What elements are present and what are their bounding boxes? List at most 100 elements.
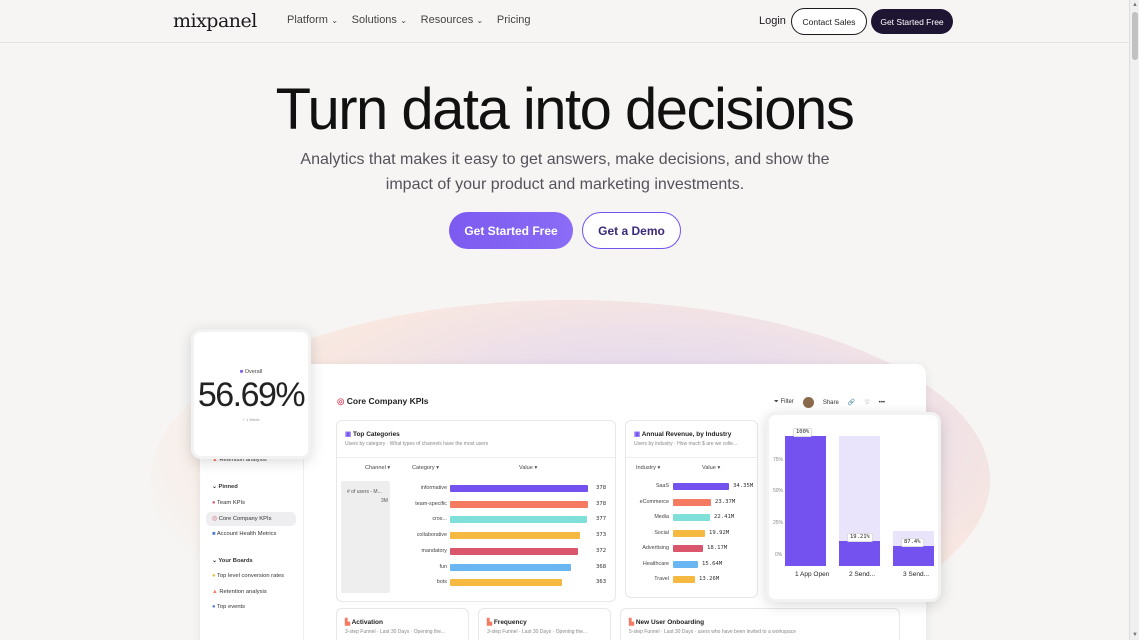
hero-subtitle: Analytics that makes it easy to get answ…: [300, 151, 830, 193]
category-label: team-specific: [415, 500, 447, 507]
card-title: ▣ Annual Revenue, by Industry: [634, 431, 732, 438]
nav-solutions[interactable]: Solutions ⌄: [352, 14, 407, 26]
category-value: 373: [596, 532, 607, 539]
industry-label: Social: [654, 529, 669, 536]
industry-value: 15.64M: [702, 560, 723, 567]
category-bar: [450, 516, 587, 524]
frequency-card[interactable]: ▙ Frequency 3-step Funnel · Last 30 Days…: [478, 608, 611, 640]
share-button[interactable]: Share: [823, 400, 839, 406]
industry-value: 34.35M: [733, 483, 754, 489]
scroll-up-icon[interactable]: ▲: [1132, 2, 1138, 8]
industry-value: 13.26M: [699, 576, 720, 582]
nav-platform[interactable]: Platform ⌄: [287, 14, 338, 26]
main-nav: Platform ⌄ Solutions ⌄ Resources ⌄ Pricing: [287, 14, 531, 26]
chevron-down-icon: ⌄: [476, 15, 483, 25]
category-value: 372: [596, 547, 607, 554]
industry-bar: [673, 576, 695, 583]
sidebar-item-core-kpis[interactable]: ◎ Core Company KPIs: [206, 512, 296, 526]
legend-square-icon: ■: [239, 369, 244, 375]
login-link[interactable]: Login: [759, 15, 786, 27]
funnel-percent: 87.4%: [901, 538, 924, 547]
industry-bar: [673, 545, 703, 552]
funnel-bar: [785, 436, 826, 566]
category-value: 378: [596, 500, 607, 507]
folder-icon: ■: [212, 531, 216, 537]
page-scrollbar[interactable]: ▲ ▼: [1129, 0, 1139, 640]
mixpanel-logo[interactable]: mixpanel: [173, 10, 257, 32]
column-header-value[interactable]: Value ▾: [702, 465, 720, 471]
industry-label: Healthcare: [642, 560, 669, 567]
category-value: 377: [596, 516, 607, 523]
chart-icon: ▲: [212, 589, 218, 595]
get-demo-button[interactable]: Get a Demo: [582, 212, 681, 249]
scroll-down-icon[interactable]: ▼: [1132, 632, 1138, 638]
y-tick: 0%: [775, 552, 783, 558]
industry-value: 18.17M: [707, 545, 728, 551]
funnel-bar: [893, 546, 934, 566]
metric-cell: # of users - M... 3M: [341, 481, 390, 593]
overall-note: + 1 Week: [242, 417, 260, 422]
industry-value: 22.41M: [714, 514, 735, 520]
link-icon[interactable]: 🔗: [848, 399, 855, 406]
column-header-industry[interactable]: Industry ▾: [636, 465, 660, 471]
more-icon[interactable]: •••: [879, 400, 885, 406]
sidebar-item-team-kpis[interactable]: ● Team KPIs: [212, 500, 245, 506]
industry-bar: [673, 483, 729, 490]
onboarding-card[interactable]: ▙ New User Onboarding 5-step Funnel · La…: [620, 608, 900, 640]
overall-label: ■ Overall: [239, 369, 263, 375]
annual-revenue-card[interactable]: ▣ Annual Revenue, by Industry Users by i…: [625, 420, 758, 598]
your-boards-header[interactable]: ⌄ Your Boards: [212, 558, 253, 564]
chevron-down-icon: ⌄: [330, 15, 338, 25]
card-subtitle: 3-step Funnel · Last 30 Days · Opening t…: [345, 629, 446, 635]
target-icon: ◎: [337, 396, 345, 406]
nav-resources[interactable]: Resources ⌄: [421, 14, 483, 26]
heart-icon[interactable]: ♡: [864, 399, 869, 406]
card-subtitle: 3-step Funnel · Last 30 Days · Opening t…: [487, 629, 588, 635]
chevron-down-icon: ⌄: [399, 15, 407, 25]
contact-sales-button[interactable]: Contact Sales: [791, 8, 867, 35]
activation-card[interactable]: ▙ Activation 3-step Funnel · Last 30 Day…: [336, 608, 469, 640]
report-icon: ▣: [634, 431, 641, 438]
sidebar-item-conversion-rates[interactable]: ● Top level conversion rates: [212, 573, 284, 579]
nav-get-started-button[interactable]: Get Started Free: [871, 9, 953, 34]
funnel-step-label: 1 App Open: [795, 571, 830, 578]
sidebar-item-top-events[interactable]: ● Top events: [212, 604, 245, 610]
sidebar-item-account-health[interactable]: ■ Account Health Metrics: [212, 531, 276, 537]
column-header-value[interactable]: Value ▾: [519, 465, 537, 471]
funnel-percent: 19.21%: [847, 533, 873, 542]
category-bar: [450, 547, 578, 555]
nav-pricing[interactable]: Pricing: [497, 14, 531, 26]
card-title: ▙ New User Onboarding: [629, 619, 705, 626]
funnel-icon: ▙: [629, 619, 634, 626]
filter-button[interactable]: ⏷ Filter: [774, 399, 794, 406]
category-bar: [450, 563, 571, 571]
card-title: ▙ Activation: [345, 619, 383, 626]
top-categories-card[interactable]: ▣ Top Categories Users by category · Wha…: [336, 420, 616, 602]
funnel-chart-card[interactable]: 75% 50% 25% 0% 100% 1 App Open 19.21% 2 Sen…: [766, 412, 941, 602]
top-navigation: mixpanel Platform ⌄ Solutions ⌄ Resources ⌄…: [0, 0, 1129, 43]
hero-get-started-button[interactable]: Get Started Free: [449, 212, 573, 249]
column-header-category[interactable]: Category ▾: [412, 465, 439, 471]
avatar[interactable]: [802, 397, 814, 408]
industry-bar: [673, 560, 698, 568]
funnel-step-label: 3 Send...: [903, 571, 930, 578]
y-tick: 50%: [773, 488, 784, 494]
overall-value: 56.69%: [197, 376, 306, 414]
category-bar: [450, 532, 580, 540]
overall-metric-card[interactable]: ■ Overall 56.69% + 1 Week: [191, 329, 311, 459]
category-label: fun: [439, 563, 448, 570]
column-header-channel[interactable]: Channel ▾: [365, 465, 390, 471]
globe-icon: ●: [212, 604, 216, 610]
sidebar-item-retention[interactable]: ▲ Retention analysis: [212, 589, 267, 595]
funnel-dropoff: [839, 436, 880, 541]
card-subtitle: Users by industry · How much $ are we co…: [634, 441, 738, 447]
card-subtitle: Users by category · What types of channe…: [345, 441, 489, 447]
hero-title: Turn data into decisions: [275, 77, 855, 142]
card-subtitle: 5-step Funnel · Last 30 Days · users who…: [629, 629, 797, 635]
funnel-step-label: 2 Send...: [849, 571, 876, 578]
scrollbar-thumb[interactable]: [1132, 12, 1138, 60]
category-label: collaborative: [416, 532, 447, 539]
pinned-header[interactable]: ⌄ Pinned: [212, 484, 238, 490]
metric-label: # of users - M...: [347, 489, 382, 495]
industry-label: Media: [654, 514, 669, 520]
